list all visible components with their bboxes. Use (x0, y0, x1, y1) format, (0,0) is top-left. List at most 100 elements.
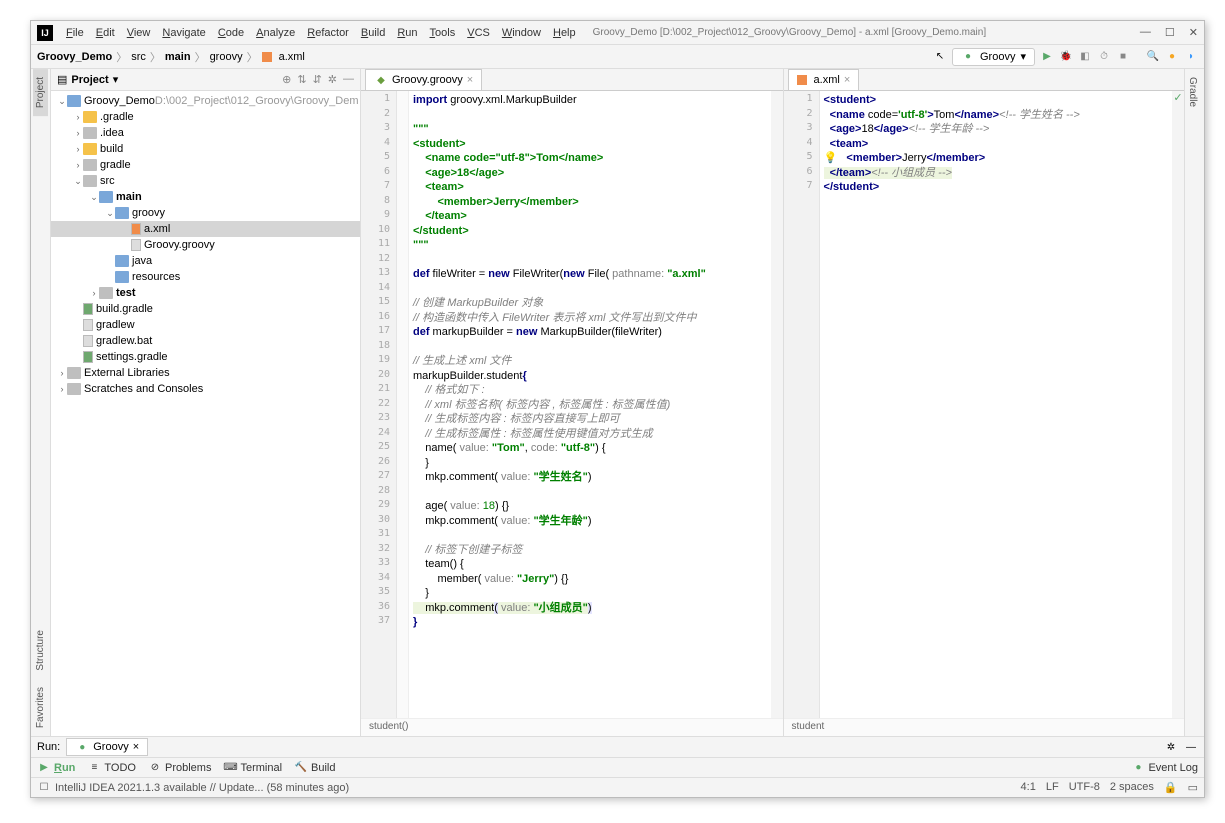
menu-navigate[interactable]: Navigate (157, 25, 210, 41)
tool-build[interactable]: 🔨Build (294, 761, 335, 775)
tree-item[interactable]: Groovy.groovy (51, 237, 360, 253)
hide-icon[interactable]: — (343, 73, 354, 86)
search-icon[interactable]: 🔍 (1146, 50, 1160, 64)
menu-file[interactable]: File (61, 25, 89, 41)
search-back-icon[interactable]: ↖ (933, 50, 947, 64)
gutter[interactable]: 1234567891011121314151617181920212223242… (361, 91, 397, 718)
menu-edit[interactable]: Edit (91, 25, 120, 41)
tree-item[interactable]: ›build (51, 141, 360, 157)
run-status-icon: ● (75, 740, 89, 754)
editor-breadcrumb[interactable]: student (784, 718, 1184, 736)
line-ending[interactable]: LF (1046, 781, 1059, 794)
status-bar: ☐ IntelliJ IDEA 2021.1.3 available // Up… (31, 777, 1204, 797)
tree-item[interactable]: ›.gradle (51, 109, 360, 125)
collapse-icon[interactable]: ⇵ (313, 73, 322, 86)
menu-code[interactable]: Code (213, 25, 249, 41)
toolwindow-title[interactable]: Project (71, 74, 108, 86)
log-icon: ● (1131, 761, 1145, 775)
tree-item[interactable]: ›.idea (51, 125, 360, 141)
titlebar: IJ FileEditViewNavigateCodeAnalyzeRefact… (31, 21, 1204, 45)
editor-breadcrumb[interactable]: student() (361, 718, 783, 736)
profile-icon[interactable]: ⏱ (1097, 50, 1111, 64)
locate-icon[interactable]: ⊕ (282, 73, 291, 86)
run-config-dropdown[interactable]: ● Groovy ▾ (952, 48, 1035, 66)
code-area[interactable]: <student> <name code='utf-8'>Tom</name><… (820, 91, 1172, 718)
tree-item[interactable]: ›Scratches and Consoles (51, 381, 360, 397)
run-tab[interactable]: ● Groovy × (66, 738, 148, 756)
encoding[interactable]: UTF-8 (1069, 781, 1100, 794)
tree-item[interactable]: gradlew (51, 317, 360, 333)
xml-file-icon (797, 75, 807, 85)
main-menu[interactable]: FileEditViewNavigateCodeAnalyzeRefactorB… (61, 25, 581, 41)
project-view-icon: ▤ (57, 73, 67, 86)
code-area[interactable]: import groovy.xml.MarkupBuilder """<stud… (409, 91, 771, 718)
tree-item[interactable]: ›External Libraries (51, 365, 360, 381)
menu-tools[interactable]: Tools (425, 25, 461, 41)
status-message[interactable]: IntelliJ IDEA 2021.1.3 available // Upda… (55, 782, 349, 794)
tab-xml-file[interactable]: a.xml × (788, 69, 860, 90)
groovy-file-icon: ◆ (374, 73, 388, 87)
project-tool-window: ▤ Project ▾ ⊕ ⇅ ⇵ ✲ — ⌄Groovy_Demo D:\00… (51, 69, 361, 736)
close-tab-icon[interactable]: × (467, 74, 473, 86)
tree-item[interactable]: settings.gradle (51, 349, 360, 365)
tool-problems[interactable]: ⊘Problems (148, 761, 211, 775)
tool-todo[interactable]: ≡TODO (87, 761, 136, 775)
menu-vcs[interactable]: VCS (462, 25, 495, 41)
chevron-down-icon[interactable]: ▾ (113, 73, 119, 86)
ide-settings-icon[interactable]: ◗ (1184, 50, 1198, 64)
close-icon[interactable]: ✕ (1189, 26, 1198, 39)
tool-run[interactable]: ▶Run (37, 761, 75, 775)
tree-item[interactable]: resources (51, 269, 360, 285)
tab-gradle[interactable]: Gradle (1185, 69, 1200, 115)
hide-icon[interactable]: — (1184, 740, 1198, 754)
settings-icon[interactable]: ✲ (328, 73, 337, 86)
tree-item[interactable]: ⌄groovy (51, 205, 360, 221)
menu-view[interactable]: View (122, 25, 156, 41)
caret-position[interactable]: 4:1 (1021, 781, 1036, 794)
minimize-icon[interactable]: — (1140, 26, 1151, 39)
tab-favorites[interactable]: Favorites (33, 679, 48, 736)
gutter[interactable]: 1234567 (784, 91, 820, 718)
tree-item[interactable]: java (51, 253, 360, 269)
tree-item[interactable]: ›gradle (51, 157, 360, 173)
status-icon[interactable]: ☐ (37, 781, 51, 795)
memory-icon[interactable]: ▭ (1188, 781, 1198, 794)
menu-window[interactable]: Window (497, 25, 546, 41)
tree-item[interactable]: build.gradle (51, 301, 360, 317)
event-log-button[interactable]: ● Event Log (1131, 761, 1198, 775)
editor-right: a.xml × 1234567 <student> <name code='ut… (784, 69, 1184, 736)
menu-analyze[interactable]: Analyze (251, 25, 300, 41)
stop-icon[interactable]: ■ (1116, 50, 1130, 64)
coverage-icon[interactable]: ◧ (1078, 50, 1092, 64)
menu-refactor[interactable]: Refactor (302, 25, 354, 41)
tab-structure[interactable]: Structure (33, 622, 48, 679)
scrollbar[interactable]: ✓ (1172, 91, 1184, 718)
scrollbar[interactable] (771, 91, 783, 718)
tab-project[interactable]: Project (33, 69, 48, 116)
update-icon[interactable]: ● (1165, 50, 1179, 64)
run-icon[interactable]: ▶ (1040, 50, 1054, 64)
expand-icon[interactable]: ⇅ (297, 73, 306, 86)
gear-icon[interactable]: ✲ (1164, 740, 1178, 754)
breadcrumb[interactable]: Groovy_Demo〉 src〉 main〉 groovy〉 a.xml (37, 49, 305, 65)
maximize-icon[interactable]: ☐ (1165, 26, 1175, 39)
tab-groovy-file[interactable]: ◆ Groovy.groovy × (365, 69, 482, 90)
project-tree[interactable]: ⌄Groovy_Demo D:\002_Project\012_Groovy\G… (51, 91, 360, 736)
app-logo-icon: IJ (37, 25, 53, 41)
lock-icon[interactable]: 🔒 (1164, 781, 1178, 794)
tool-terminal[interactable]: ⌨Terminal (223, 761, 282, 775)
tree-item[interactable]: ⌄src (51, 173, 360, 189)
tree-item[interactable]: ›test (51, 285, 360, 301)
tree-item[interactable]: a.xml (51, 221, 360, 237)
close-tab-icon[interactable]: × (844, 74, 850, 86)
menu-help[interactable]: Help (548, 25, 581, 41)
tree-item[interactable]: gradlew.bat (51, 333, 360, 349)
debug-icon[interactable]: 🐞 (1059, 50, 1073, 64)
tree-item[interactable]: ⌄main (51, 189, 360, 205)
menu-build[interactable]: Build (356, 25, 390, 41)
close-tab-icon[interactable]: × (133, 741, 139, 753)
tree-item[interactable]: ⌄Groovy_Demo D:\002_Project\012_Groovy\G… (51, 93, 360, 109)
nav-bar: Groovy_Demo〉 src〉 main〉 groovy〉 a.xml ↖ … (31, 45, 1204, 69)
indent[interactable]: 2 spaces (1110, 781, 1154, 794)
menu-run[interactable]: Run (392, 25, 422, 41)
